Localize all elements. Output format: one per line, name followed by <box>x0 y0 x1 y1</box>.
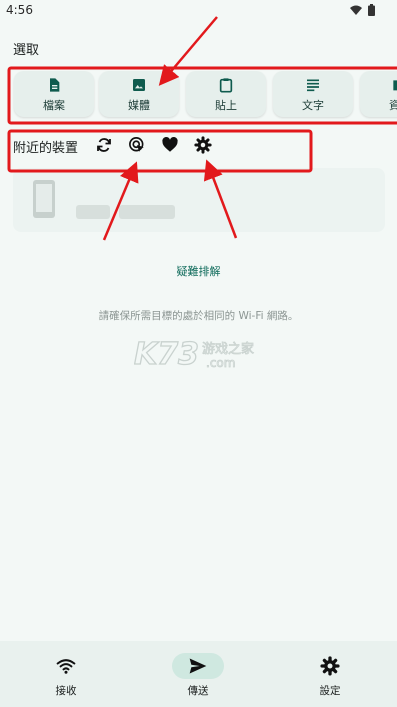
chip-label: 資料 <box>389 99 397 112</box>
folder-icon <box>393 80 397 91</box>
device-info-skeleton <box>119 205 175 219</box>
nav-settings[interactable]: 設定 <box>264 641 396 707</box>
clipboard-icon <box>219 78 233 93</box>
nav-receive[interactable]: 接收 <box>0 641 132 707</box>
watermark-main: K73 <box>134 337 199 372</box>
wifi-status-icon <box>350 5 362 15</box>
device-placeholder-card <box>13 168 385 232</box>
nav-settings-label: 設定 <box>319 685 341 697</box>
chip-label: 貼上 <box>215 99 237 112</box>
chip-paste[interactable]: 貼上 <box>186 71 266 117</box>
status-bar: 4:56 <box>0 0 397 22</box>
send-icon <box>189 658 207 674</box>
watermark-domain: .com <box>206 356 235 370</box>
chip-label: 文字 <box>302 99 324 112</box>
status-icons <box>350 4 375 16</box>
refresh-icon[interactable] <box>95 136 113 154</box>
file-icon <box>50 78 60 92</box>
image-icon <box>133 79 145 91</box>
heart-icon[interactable] <box>161 136 179 154</box>
select-section-title: 選取 <box>13 43 40 58</box>
phone-icon <box>33 180 55 218</box>
text-icon <box>307 79 319 92</box>
settings-icon[interactable] <box>194 136 212 154</box>
status-time: 4:56 <box>6 3 33 17</box>
chip-label: 檔案 <box>43 99 65 112</box>
wifi-icon <box>56 659 76 674</box>
chip-file[interactable]: 檔案 <box>14 71 94 117</box>
nav-send[interactable]: 傳送 <box>132 641 264 707</box>
watermark: K73 游戏之家 .com <box>133 334 264 374</box>
chip-folder[interactable]: 資料 <box>360 71 397 117</box>
chip-label: 媒體 <box>128 99 150 112</box>
nearby-devices-title: 附近的裝置 <box>13 141 79 156</box>
share-type-chips: 檔案 媒體 貼上 文字 資料 <box>12 71 397 120</box>
nav-receive-label: 接收 <box>55 685 77 697</box>
same-network-hint: 請確保所需目標的處於相同的 Wi-Fi 網路。 <box>98 310 299 322</box>
chip-text[interactable]: 文字 <box>273 71 353 117</box>
target-icon[interactable] <box>128 136 146 154</box>
watermark-sub: 游戏之家 <box>202 341 254 357</box>
device-name-skeleton <box>76 205 110 219</box>
nav-send-label: 傳送 <box>187 685 209 697</box>
bottom-navigation: 接收 傳送 設定 <box>0 641 397 707</box>
settings-icon <box>320 656 340 676</box>
battery-icon <box>368 4 375 16</box>
troubleshoot-link[interactable]: 疑難排解 <box>0 263 397 279</box>
chip-media[interactable]: 媒體 <box>99 71 179 117</box>
